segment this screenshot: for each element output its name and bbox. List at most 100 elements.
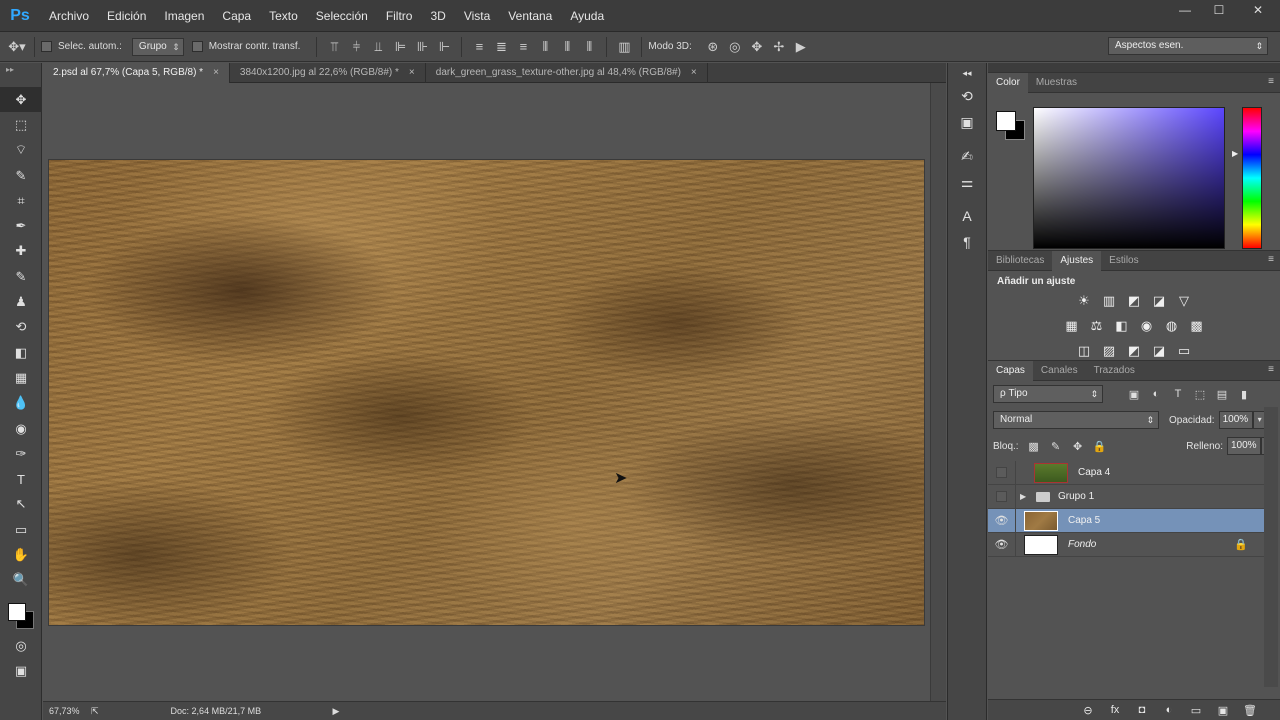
orbit-3d-icon[interactable]: ⊛ [702,36,724,58]
brush-panel-icon[interactable]: ⚌ [948,169,986,195]
properties-panel-icon[interactable]: ▣ [948,109,986,135]
menu-capa[interactable]: Capa [213,0,260,32]
dodge-tool-icon[interactable]: ◉ [0,416,42,441]
menu-seleccion[interactable]: Selección [307,0,377,32]
history-panel-icon[interactable]: ⟲ [948,83,986,109]
move-tool-preset-icon[interactable]: ✥▾ [6,36,28,58]
align-bottom-icon[interactable]: ⫫ [367,36,389,58]
close-tab-icon[interactable]: × [409,63,415,83]
tab-capas[interactable]: Capas [988,360,1033,381]
filter-pixel-icon[interactable]: ▣ [1123,388,1145,401]
maximize-button[interactable]: ☐ [1202,0,1236,20]
gradient-map-icon[interactable]: ▭ [1175,341,1194,360]
path-select-tool-icon[interactable]: ↖ [0,492,42,517]
layer-name[interactable]: Capa 5 [1068,515,1100,526]
eraser-tool-icon[interactable]: ◧ [0,340,42,365]
menu-ayuda[interactable]: Ayuda [561,0,613,32]
show-transform-checkbox[interactable] [191,41,203,52]
history-brush-tool-icon[interactable]: ⟲ [0,315,42,340]
posterize-icon[interactable]: ▨ [1100,341,1119,360]
panel-menu-icon[interactable]: ≡ [1268,364,1274,375]
paragraph-panel-icon[interactable]: ¶ [948,229,986,255]
add-mask-icon[interactable]: ◘ [1132,704,1152,716]
levels-icon[interactable]: ▥ [1100,291,1119,310]
distribute-hcenter-icon[interactable]: ⦀ [556,36,578,58]
distribute-vcenter-icon[interactable]: ≣ [490,36,512,58]
close-window-button[interactable]: ✕ [1236,0,1280,20]
filter-adjustment-icon[interactable]: ◐ [1145,388,1167,400]
auto-select-mode-select[interactable]: Grupo [131,37,184,56]
roll-3d-icon[interactable]: ◎ [724,36,746,58]
tab-grass-texture[interactable]: dark_green_grass_texture-other.jpg al 48… [426,63,708,83]
tab-estilos[interactable]: Estilos [1101,251,1146,271]
scale-3d-icon[interactable]: ▶ [790,36,812,58]
distribute-right-icon[interactable]: ⦀ [578,36,600,58]
eyedropper-tool-icon[interactable]: ✒ [0,213,42,238]
hue-slider[interactable] [1242,107,1262,249]
layer-row-fondo[interactable]: 👁 Fondo 🔒 [988,532,1264,557]
lock-all-icon[interactable]: 🔒 [1089,440,1111,453]
tab-color[interactable]: Color [988,72,1028,93]
layer-row-grupo-1[interactable]: ▶ Grupo 1 [988,484,1264,509]
align-right-icon[interactable]: ⊩ [433,36,455,58]
panel-menu-icon[interactable]: ≡ [1268,254,1274,265]
status-menu-arrow-icon[interactable]: ▶ [333,706,340,717]
panel-menu-icon[interactable]: ≡ [1268,76,1274,87]
filter-toggle-icon[interactable]: ▮ [1233,388,1255,401]
foreground-color-swatch[interactable] [996,111,1016,131]
zoom-tool-icon[interactable]: 🔍 [0,568,42,593]
brightness-contrast-icon[interactable]: ☀ [1075,291,1094,310]
tab-2psd[interactable]: 2.psd al 67,7% (Capa 5, RGB/8) * × [43,63,230,83]
opacity-input[interactable]: 100% [1218,411,1253,429]
auto-align-icon[interactable]: ▥ [613,36,635,58]
tab-bibliotecas[interactable]: Bibliotecas [988,251,1052,271]
layers-scrollbar[interactable] [1264,407,1278,687]
pen-tool-icon[interactable]: ✑ [0,441,42,466]
distribute-bottom-icon[interactable]: ≡ [512,36,534,58]
channel-mixer-icon[interactable]: ◍ [1162,316,1181,335]
layer-name[interactable]: Fondo [1068,539,1096,550]
layer-visibility-toggle[interactable] [988,484,1016,509]
align-hcenter-icon[interactable]: ⊪ [411,36,433,58]
expand-group-icon[interactable]: ▶ [1020,492,1032,501]
align-top-icon[interactable]: ⫪ [323,36,345,58]
curves-icon[interactable]: ◩ [1125,291,1144,310]
lasso-tool-icon[interactable]: ⌔ [0,138,42,163]
invert-icon[interactable]: ◫ [1075,341,1094,360]
document-canvas-dirt-texture[interactable] [49,160,924,625]
tab-canales[interactable]: Canales [1033,361,1086,381]
menu-edicion[interactable]: Edición [98,0,155,32]
align-vcenter-icon[interactable]: ⫩ [345,36,367,58]
tab-ajustes[interactable]: Ajustes [1052,250,1102,271]
strip-collapse-icon[interactable]: ◂◂ [948,63,986,83]
filter-type-icon[interactable]: T [1167,388,1189,400]
export-icon[interactable]: ⇱ [91,706,99,717]
tab-3840x1200[interactable]: 3840x1200.jpg al 22,6% (RGB/8#) * × [230,63,426,83]
rectangle-tool-icon[interactable]: ▭ [0,517,42,542]
color-lookup-icon[interactable]: ▩ [1187,316,1206,335]
menu-ventana[interactable]: Ventana [499,0,561,32]
vibrance-icon[interactable]: ▽ [1175,291,1194,310]
healing-brush-tool-icon[interactable]: ✚ [0,239,42,264]
layer-name[interactable]: Grupo 1 [1058,491,1094,502]
hue-saturation-icon[interactable]: ▦ [1062,316,1081,335]
color-spectrum-field[interactable] [1033,107,1225,249]
layer-filter-select[interactable]: ρ Tipo [993,385,1103,403]
new-adjustment-icon[interactable]: ◐ [1159,704,1179,716]
filter-shape-icon[interactable]: ⬚ [1189,388,1211,401]
link-layers-icon[interactable]: ⊖ [1078,704,1098,717]
lock-position-icon[interactable]: ✥ [1067,440,1089,453]
lock-transparency-icon[interactable]: ▩ [1023,440,1045,453]
distribute-top-icon[interactable]: ≡ [468,36,490,58]
threshold-icon[interactable]: ◩ [1125,341,1144,360]
distribute-left-icon[interactable]: ⦀ [534,36,556,58]
layer-row-capa-5[interactable]: 👁 Capa 5 [988,508,1264,533]
color-balance-icon[interactable]: ⚖ [1087,316,1106,335]
color-swatches[interactable] [0,593,41,633]
filter-smart-object-icon[interactable]: ▤ [1211,388,1233,401]
black-white-icon[interactable]: ◧ [1112,316,1131,335]
type-tool-icon[interactable]: T [0,466,42,491]
tab-trazados[interactable]: Trazados [1086,361,1143,381]
new-group-icon[interactable]: ▭ [1186,704,1206,717]
close-tab-icon[interactable]: × [691,63,697,83]
